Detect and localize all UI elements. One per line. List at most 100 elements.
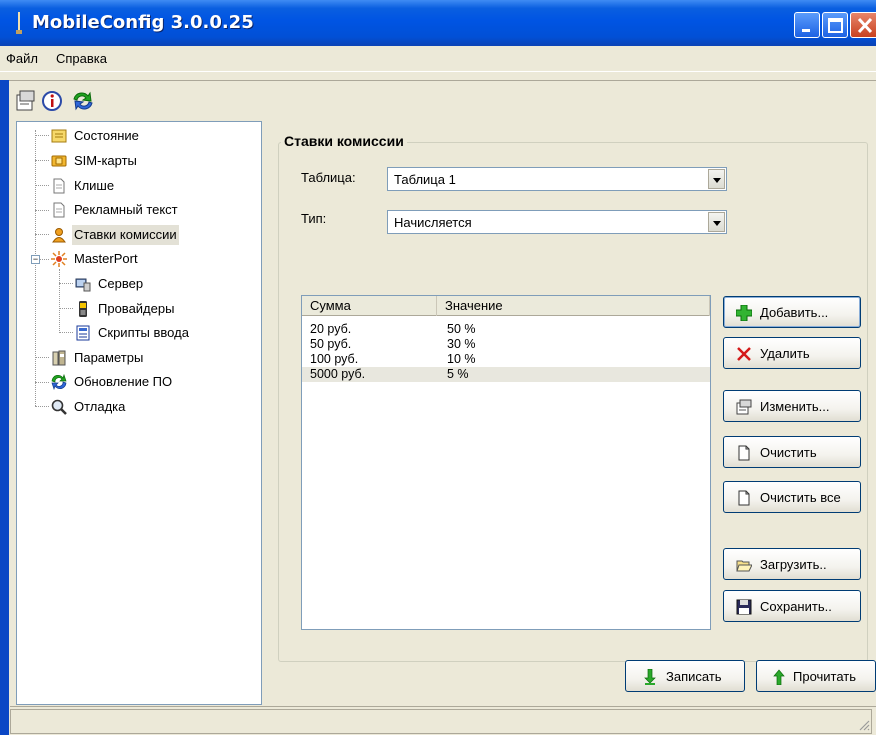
table-row[interactable]: 5000 руб. 5 %	[302, 367, 710, 382]
cell-value: 30 %	[447, 337, 476, 351]
tree-item-label: SIM-карты	[74, 153, 137, 168]
title-bar[interactable]: MobileConfig 3.0.0.25	[0, 0, 876, 46]
update-icon	[73, 91, 93, 111]
tree-item-label: MasterPort	[74, 251, 138, 266]
clear-button-label: Очистить	[760, 445, 817, 460]
floppy-disk-icon	[736, 599, 752, 615]
load-button-label: Загрузить..	[760, 557, 827, 572]
cell-sum: 5000 руб.	[310, 367, 366, 381]
cell-sum: 100 руб.	[310, 352, 359, 366]
table-select[interactable]: Таблица 1	[387, 167, 727, 191]
write-button-label: Записать	[666, 669, 722, 684]
table-row[interactable]: 50 руб. 30 %	[302, 337, 710, 352]
document-icon	[53, 202, 65, 218]
cell-value: 50 %	[447, 322, 476, 336]
type-label: Тип:	[301, 211, 327, 226]
resize-grip-icon[interactable]	[858, 719, 870, 731]
table-row[interactable]: 20 руб. 50 %	[302, 322, 710, 337]
groupbox-title: Ставки комиссии	[281, 133, 407, 149]
status-icon	[51, 129, 67, 143]
info-icon	[42, 91, 62, 111]
cell-value: 10 %	[447, 352, 476, 366]
column-header-sum[interactable]: Сумма	[302, 296, 437, 316]
load-button[interactable]: Загрузить..	[723, 548, 861, 580]
blank-page-icon	[738, 490, 750, 506]
tree-item-label: Отладка	[74, 399, 126, 414]
type-select[interactable]: Начисляется	[387, 210, 727, 234]
app-icon	[16, 12, 22, 34]
maximize-icon	[828, 18, 843, 33]
maximize-button[interactable]	[822, 12, 848, 38]
tree-item-label: Скрипты ввода	[98, 325, 189, 340]
table-row[interactable]: 100 руб. 10 %	[302, 352, 710, 367]
edit-button[interactable]: Изменить...	[723, 390, 861, 422]
status-bar	[10, 706, 876, 735]
tree-item-label: Ставки комиссии	[72, 225, 179, 245]
network-icon	[51, 251, 67, 267]
close-button[interactable]	[850, 12, 876, 38]
properties-icon	[736, 399, 752, 415]
plus-icon	[736, 305, 752, 321]
status-panel	[10, 709, 872, 734]
tree-item-label: Состояние	[74, 128, 139, 143]
read-button-label: Прочитать	[793, 669, 857, 684]
commission-list[interactable]: Сумма Значение 20 руб. 50 % 50 руб. 30 %…	[301, 295, 711, 630]
save-button-label: Сохранить..	[760, 599, 832, 614]
toolbar-properties-button[interactable]	[14, 89, 38, 115]
read-button[interactable]: Прочитать	[756, 660, 876, 692]
chevron-down-icon[interactable]	[708, 169, 725, 189]
menu-help[interactable]: Справка	[56, 51, 107, 66]
script-icon	[76, 325, 90, 341]
tree-item-label: Обновление ПО	[74, 374, 173, 389]
clear-button[interactable]: Очистить	[723, 436, 861, 468]
clear-all-button[interactable]: Очистить все	[723, 481, 861, 513]
toolbar-info-button[interactable]	[40, 89, 64, 115]
server-icon	[75, 278, 91, 292]
properties-icon	[16, 90, 35, 111]
list-header: Сумма Значение	[302, 296, 710, 316]
cell-value: 5 %	[447, 367, 469, 381]
add-button[interactable]: Добавить...	[723, 296, 861, 328]
tree-item-label: Рекламный текст	[74, 202, 178, 217]
menu-file[interactable]: Файл	[6, 51, 38, 66]
tree-item-label: Клише	[74, 178, 115, 193]
tree-item-label: Провайдеры	[98, 301, 175, 316]
window-title: MobileConfig 3.0.0.25	[32, 12, 254, 33]
phone-icon	[79, 301, 87, 317]
sim-card-icon	[51, 155, 67, 167]
menu-bar: Файл Справка	[0, 46, 876, 72]
blank-page-icon	[738, 445, 750, 461]
navigation-tree[interactable]: − Состояние SIM-карты Клише Рекламный те…	[16, 121, 262, 705]
save-button[interactable]: Сохранить..	[723, 590, 861, 622]
minimize-icon	[802, 29, 810, 32]
tree-item-label: Сервер	[98, 276, 144, 291]
update-icon	[51, 374, 67, 390]
document-icon	[53, 178, 65, 194]
window-frame-left	[0, 80, 9, 735]
arrow-up-icon	[773, 669, 785, 685]
open-folder-icon	[736, 560, 752, 572]
tree-item-label: Параметры	[74, 350, 144, 365]
close-icon	[857, 17, 873, 34]
type-select-value: Начисляется	[394, 215, 472, 230]
column-header-value[interactable]: Значение	[437, 296, 710, 316]
table-label: Таблица:	[301, 170, 356, 185]
masterport-expander[interactable]: −	[31, 255, 40, 264]
toolbar-update-button[interactable]	[66, 89, 108, 115]
magnifier-icon	[51, 399, 67, 415]
cell-sum: 50 руб.	[310, 337, 352, 351]
minimize-button[interactable]	[794, 12, 820, 38]
write-button[interactable]: Записать	[625, 660, 745, 692]
cell-sum: 20 руб.	[310, 322, 352, 336]
delete-button[interactable]: Удалить	[723, 337, 861, 369]
add-button-label: Добавить...	[760, 305, 829, 320]
delete-x-icon	[737, 347, 751, 361]
delete-button-label: Удалить	[760, 346, 810, 361]
arrow-down-icon	[644, 669, 656, 685]
clear-all-button-label: Очистить все	[760, 490, 841, 505]
settings-icon	[52, 350, 66, 366]
users-icon	[52, 228, 66, 243]
toolbar	[0, 80, 876, 120]
edit-button-label: Изменить...	[760, 399, 830, 414]
chevron-down-icon[interactable]	[708, 212, 725, 232]
